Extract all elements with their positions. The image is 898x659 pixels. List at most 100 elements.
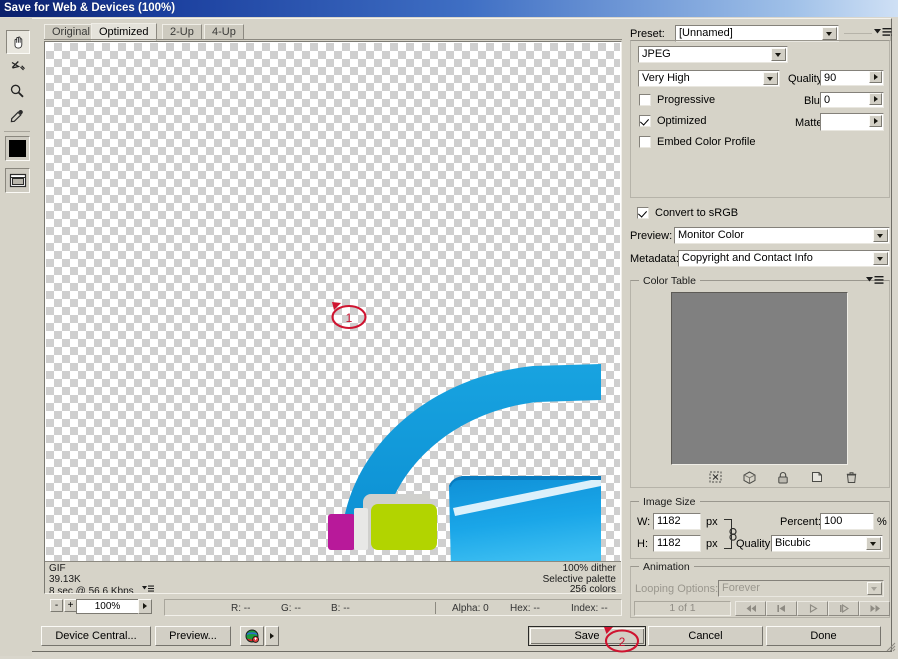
animation-title: Animation — [639, 561, 694, 573]
percent-unit: % — [877, 516, 887, 528]
preview-color-value: Monitor Color — [678, 229, 744, 241]
color-table-swatches[interactable] — [671, 292, 848, 465]
metadata-label: Metadata: — [630, 253, 679, 265]
swatch-color — [9, 140, 26, 157]
foreground-color-swatch[interactable] — [5, 136, 30, 161]
color-table-flyout-menu[interactable] — [866, 275, 884, 286]
readout-hex: Hex: -- — [510, 603, 540, 614]
select-all-colors-icon[interactable] — [698, 470, 732, 484]
status-right: 100% dither Selective palette 256 colors — [543, 564, 616, 594]
quality-preset-value: Very High — [642, 72, 690, 84]
eyedropper-icon — [9, 108, 25, 124]
magnifier-icon — [9, 83, 25, 99]
preview-in-browser-dropdown[interactable] — [265, 626, 279, 646]
embed-color-profile-label: Embed Color Profile — [657, 136, 755, 148]
resize-grip-icon — [884, 640, 896, 652]
optimized-label: Optimized — [657, 115, 707, 127]
tab-4up[interactable]: 4-Up — [204, 24, 244, 40]
zoom-level-input[interactable]: 100% — [76, 599, 138, 614]
metadata-value: Copyright and Contact Info — [682, 252, 813, 264]
save-button[interactable]: Save — [528, 626, 646, 646]
magenta-rect — [328, 514, 355, 550]
cancel-button[interactable]: Cancel — [648, 626, 763, 646]
preview-color-dropdown[interactable]: Monitor Color — [674, 227, 890, 244]
file-format-dropdown-button[interactable] — [771, 48, 786, 61]
embed-color-profile-checkbox[interactable] — [639, 136, 651, 148]
chevron-right-icon — [874, 96, 878, 102]
status-flyout-menu-icon[interactable] — [142, 585, 154, 594]
tab-2up[interactable]: 2-Up — [162, 24, 202, 40]
percent-input[interactable]: 100 — [820, 513, 874, 530]
web-cube-icon — [743, 471, 756, 484]
height-input[interactable]: 1182 — [653, 535, 701, 552]
resample-quality-label: Quality: — [736, 538, 773, 550]
width-unit: px — [706, 516, 718, 528]
looping-options-label: Looping Options: — [635, 583, 718, 595]
preview-button[interactable]: Preview... — [155, 626, 231, 646]
zoom-level-dropdown-button[interactable] — [138, 599, 152, 614]
metadata-dropdown[interactable]: Copyright and Contact Info — [678, 250, 890, 267]
preview-color-dropdown-button[interactable] — [873, 229, 888, 242]
progressive-label: Progressive — [657, 94, 715, 106]
eyedropper-tool[interactable] — [6, 105, 28, 127]
hand-icon — [10, 34, 26, 50]
view-tabs: Original Optimized 2-Up 4-Up — [44, 24, 622, 40]
chevron-down-icon — [871, 587, 877, 591]
tab-original[interactable]: Original — [44, 24, 98, 40]
trash-icon — [845, 471, 858, 484]
readout-divider — [435, 602, 436, 614]
flyout-menu-icon — [142, 585, 154, 593]
resize-grip[interactable] — [884, 640, 896, 655]
width-input[interactable]: 1182 — [653, 513, 701, 530]
status-format: GIF — [49, 564, 154, 575]
slice-select-tool[interactable] — [6, 55, 28, 77]
device-central-button[interactable]: Device Central... — [41, 626, 151, 646]
blur-stepper-button[interactable] — [869, 93, 882, 105]
shift-to-web-icon[interactable] — [732, 470, 766, 484]
new-color-icon[interactable] — [800, 470, 834, 484]
frame-indicator: 1 of 1 — [634, 601, 731, 616]
lock-color-icon[interactable] — [766, 470, 800, 484]
quality-preset-dropdown[interactable]: Very High — [638, 70, 780, 87]
zoom-out-button[interactable]: - — [50, 599, 63, 612]
chevron-down-icon — [775, 53, 781, 57]
progressive-checkbox[interactable] — [639, 94, 651, 106]
preset-dropdown-button[interactable] — [822, 27, 837, 40]
chevron-right-icon — [874, 74, 878, 80]
delete-color-icon[interactable] — [834, 470, 868, 484]
chevron-right-icon — [270, 633, 274, 639]
optimization-status-band: GIF 39.13K 8 sec @ 56.6 Kbps 100% — [45, 561, 621, 593]
optimized-checkbox[interactable] — [639, 115, 651, 127]
chevron-right-icon — [874, 118, 878, 124]
toggle-slices-visibility[interactable] — [5, 168, 30, 193]
metadata-dropdown-button[interactable] — [873, 252, 888, 265]
convert-to-srgb-checkbox[interactable] — [637, 207, 649, 219]
preset-value: [Unnamed] — [679, 27, 733, 39]
optimized-preview-canvas[interactable]: GIF 39.13K 8 sec @ 56.6 Kbps 100% — [44, 41, 622, 594]
quality-stepper-button[interactable] — [869, 71, 882, 83]
readout-b: B: -- — [331, 603, 350, 614]
zoom-tool[interactable] — [6, 80, 28, 102]
chevron-down-icon — [870, 542, 876, 546]
done-button[interactable]: Done — [766, 626, 881, 646]
preset-label: Preset: — [630, 28, 665, 40]
matte-dropdown-button[interactable] — [869, 115, 882, 127]
color-table-toolbar — [698, 470, 868, 484]
resample-quality-value: Bicubic — [775, 537, 810, 549]
last-frame-icon — [868, 604, 882, 613]
hand-tool[interactable] — [6, 30, 30, 54]
looping-options-value: Forever — [722, 582, 760, 594]
play-button — [797, 601, 828, 616]
settings-panels: Preset: [Unnamed] JPEG Very High Quality… — [628, 18, 892, 618]
resample-quality-dropdown[interactable]: Bicubic — [771, 535, 883, 552]
quality-preset-dropdown-button[interactable] — [763, 72, 778, 85]
file-format-dropdown[interactable]: JPEG — [638, 46, 788, 63]
preview-in-browser-button[interactable] — [240, 626, 264, 646]
readout-alpha: Alpha: 0 — [452, 603, 489, 614]
preview-artwork — [301, 356, 621, 571]
window-titlebar: Save for Web & Devices (100%) — [0, 0, 898, 17]
chevron-down-icon — [877, 257, 883, 261]
resample-quality-dropdown-button[interactable] — [866, 537, 881, 550]
image-size-title: Image Size — [639, 496, 700, 508]
looping-options-dropdown-button — [867, 582, 882, 595]
